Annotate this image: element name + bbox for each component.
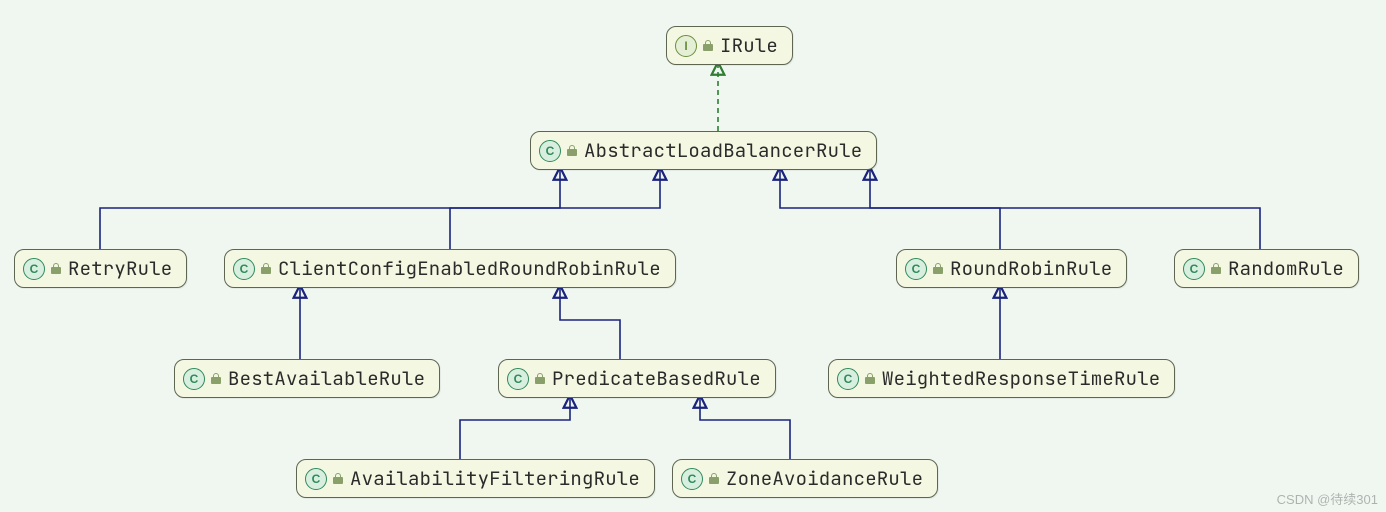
lock-icon bbox=[333, 473, 344, 485]
edge-zoneavoid-predicate bbox=[700, 395, 790, 459]
class-label: IRule bbox=[720, 33, 778, 58]
lock-icon bbox=[1211, 263, 1222, 275]
node-bestavailablerule: C BestAvailableRule bbox=[174, 359, 440, 398]
node-irule: I IRule bbox=[666, 26, 793, 65]
class-label: PredicateBasedRule bbox=[552, 366, 761, 391]
node-roundrobinrule: C RoundRobinRule bbox=[896, 249, 1127, 288]
edge-roundrobin-abstract bbox=[780, 167, 1000, 249]
class-icon: C bbox=[905, 258, 927, 280]
class-label: BestAvailableRule bbox=[228, 366, 425, 391]
class-label: RandomRule bbox=[1228, 256, 1344, 281]
class-icon: C bbox=[507, 368, 529, 390]
node-retryrule: C RetryRule bbox=[14, 249, 187, 288]
class-label: AbstractLoadBalancerRule bbox=[584, 138, 862, 163]
class-label: AvailabilityFilteringRule bbox=[350, 466, 640, 491]
class-label: RetryRule bbox=[68, 256, 172, 281]
edge-clientcfg-abstract bbox=[450, 167, 660, 249]
class-icon: C bbox=[233, 258, 255, 280]
lock-icon bbox=[703, 40, 714, 52]
lock-icon bbox=[567, 145, 578, 157]
lock-icon bbox=[535, 373, 546, 385]
class-icon: C bbox=[681, 468, 703, 490]
class-icon: C bbox=[539, 140, 561, 162]
class-icon: C bbox=[1183, 258, 1205, 280]
edge-predicate-clientcfg bbox=[560, 285, 620, 359]
class-icon: C bbox=[23, 258, 45, 280]
lock-icon bbox=[709, 473, 720, 485]
class-label: ClientConfigEnabledRoundRobinRule bbox=[278, 256, 661, 281]
class-icon: C bbox=[837, 368, 859, 390]
node-abstractloadbalancerrule: C AbstractLoadBalancerRule bbox=[530, 131, 877, 170]
node-zoneavoidancerule: C ZoneAvoidanceRule bbox=[672, 459, 938, 498]
node-randomrule: C RandomRule bbox=[1174, 249, 1359, 288]
node-clientconfigenabledroundrobinrule: C ClientConfigEnabledRoundRobinRule bbox=[224, 249, 676, 288]
lock-icon bbox=[865, 373, 876, 385]
lock-icon bbox=[933, 263, 944, 275]
lock-icon bbox=[261, 263, 272, 275]
lock-icon bbox=[211, 373, 222, 385]
class-icon: C bbox=[305, 468, 327, 490]
node-predicatebasedrule: C PredicateBasedRule bbox=[498, 359, 776, 398]
edge-availfilter-predicate bbox=[460, 395, 570, 459]
node-availabilityfilteringrule: C AvailabilityFilteringRule bbox=[296, 459, 655, 498]
edge-retry-abstract bbox=[100, 167, 560, 249]
class-label: ZoneAvoidanceRule bbox=[726, 466, 923, 491]
class-label: RoundRobinRule bbox=[950, 256, 1112, 281]
interface-icon: I bbox=[675, 35, 697, 57]
edge-random-abstract bbox=[870, 167, 1260, 249]
node-weightedresponsetimerule: C WeightedResponseTimeRule bbox=[828, 359, 1175, 398]
class-label: WeightedResponseTimeRule bbox=[882, 366, 1160, 391]
watermark: CSDN @待续301 bbox=[1277, 489, 1378, 508]
class-icon: C bbox=[183, 368, 205, 390]
uml-class-hierarchy-diagram: { "diagram": { "type": "class-hierarchy"… bbox=[0, 0, 1386, 512]
lock-icon bbox=[51, 263, 62, 275]
